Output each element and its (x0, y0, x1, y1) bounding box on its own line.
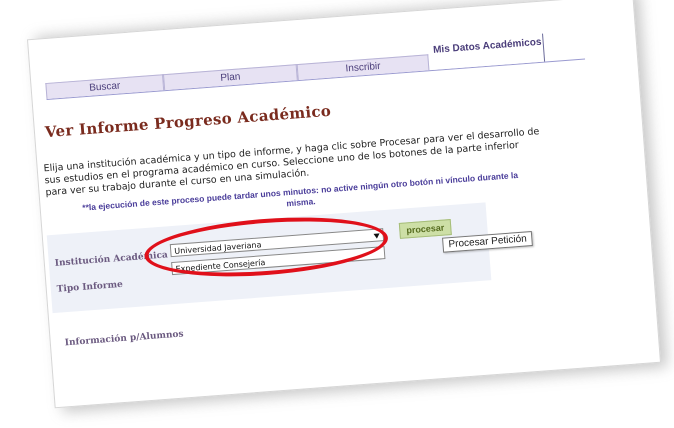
tab-inscribir[interactable]: Inscribir (296, 54, 430, 81)
tab-mis-datos-academicos[interactable]: Mis Datos Académicos (431, 33, 546, 70)
tab-plan[interactable]: Plan (162, 64, 298, 91)
screenshot-sheet: Buscar Plan Inscribir Mis Datos Académic… (26, 0, 662, 409)
tab-buscar[interactable]: Buscar (45, 74, 165, 100)
page-title: Ver Informe Progreso Académico (44, 101, 332, 142)
tab-bar: Buscar Plan Inscribir Mis Datos Académic… (45, 33, 586, 101)
informacion-alumnos-link[interactable]: Información p/Alumnos (65, 329, 184, 348)
